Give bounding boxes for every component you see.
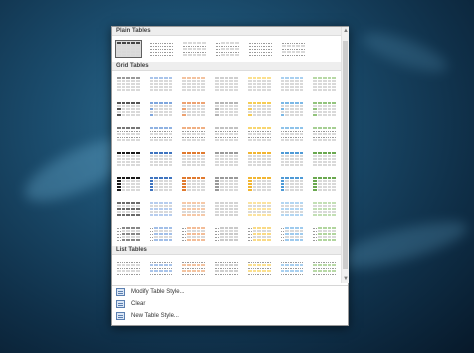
table-style-grid-4-3[interactable] — [180, 150, 207, 168]
table-style-grid-1-1[interactable] — [115, 75, 142, 93]
table-style-grid-3-4[interactable] — [213, 125, 240, 143]
grid-tables-row-4 — [112, 146, 341, 171]
clear-command[interactable]: Clear — [112, 298, 348, 310]
table-styles-list[interactable]: Plain Tables Grid Tables List Tables — [112, 27, 341, 283]
table-style-grid-2-7[interactable] — [311, 100, 338, 118]
scrollbar-thumb[interactable] — [343, 41, 348, 269]
table-style-plain-2[interactable] — [148, 40, 175, 58]
modify-table-style-command[interactable]: Modify Table Style... — [112, 286, 348, 298]
table-style-list-1-3[interactable] — [180, 259, 207, 277]
table-style-grid-3-6[interactable] — [279, 125, 306, 143]
table-style-grid-6-3[interactable] — [180, 200, 207, 218]
table-style-list-1-2[interactable] — [148, 259, 175, 277]
vertical-scrollbar[interactable]: ▲ ▼ — [341, 27, 349, 283]
table-style-grid-2-6[interactable] — [279, 100, 306, 118]
table-style-grid-4-5[interactable] — [246, 150, 273, 168]
table-style-plain-5[interactable] — [247, 40, 274, 58]
table-style-grid-1-4[interactable] — [213, 75, 240, 93]
new-table-style-label: New Table Style... — [131, 313, 179, 319]
table-style-grid-4-7[interactable] — [311, 150, 338, 168]
table-style-grid-4-6[interactable] — [279, 150, 306, 168]
table-style-plain-3[interactable] — [181, 40, 208, 58]
table-style-grid-1-2[interactable] — [148, 75, 175, 93]
clear-label: Clear — [131, 301, 146, 307]
gallery-commands: Modify Table Style... Clear New Table St… — [112, 285, 348, 322]
grid-tables-row-7 — [112, 221, 341, 246]
table-style-grid-3-5[interactable] — [246, 125, 273, 143]
table-style-grid-6-5[interactable] — [246, 200, 273, 218]
grid-tables-row-2 — [112, 96, 341, 121]
grid-tables-row-6 — [112, 196, 341, 221]
table-style-grid-7-4[interactable] — [213, 225, 240, 243]
table-style-list-1-5[interactable] — [246, 259, 273, 277]
list-tables-row-1 — [112, 255, 341, 280]
clear-table-icon — [116, 300, 125, 308]
section-header-list-tables: List Tables — [112, 246, 341, 255]
table-style-grid-1-6[interactable] — [279, 75, 306, 93]
new-table-style-icon — [116, 312, 125, 320]
table-style-grid-6-7[interactable] — [311, 200, 338, 218]
table-style-grid-5-4[interactable] — [213, 175, 240, 193]
table-style-grid-7-3[interactable] — [180, 225, 207, 243]
table-style-grid-6-1[interactable] — [115, 200, 142, 218]
table-style-grid-7-6[interactable] — [279, 225, 306, 243]
table-style-plain-6[interactable] — [280, 40, 307, 58]
table-style-grid-6-4[interactable] — [213, 200, 240, 218]
section-header-plain-tables: Plain Tables — [112, 27, 341, 36]
table-style-grid-7-1[interactable] — [115, 225, 142, 243]
table-styles-gallery: Plain Tables Grid Tables List Tables ▲ ▼… — [111, 26, 349, 326]
table-style-grid-2-5[interactable] — [246, 100, 273, 118]
table-style-grid-3-1[interactable] — [115, 125, 142, 143]
table-style-grid-7-7[interactable] — [311, 225, 338, 243]
scroll-down-arrow-icon[interactable]: ▼ — [342, 275, 350, 283]
table-style-grid-4-1[interactable] — [115, 150, 142, 168]
table-style-grid-5-7[interactable] — [311, 175, 338, 193]
table-style-grid-1-7[interactable] — [311, 75, 338, 93]
table-style-plain-1[interactable] — [115, 40, 142, 58]
table-style-plain-4[interactable] — [214, 40, 241, 58]
table-style-grid-3-7[interactable] — [311, 125, 338, 143]
table-style-grid-1-5[interactable] — [246, 75, 273, 93]
table-style-grid-5-2[interactable] — [148, 175, 175, 193]
table-style-grid-5-6[interactable] — [279, 175, 306, 193]
table-style-grid-7-2[interactable] — [148, 225, 175, 243]
table-style-grid-1-3[interactable] — [180, 75, 207, 93]
table-style-grid-5-1[interactable] — [115, 175, 142, 193]
modify-table-style-label: Modify Table Style... — [131, 289, 185, 295]
table-style-grid-2-3[interactable] — [180, 100, 207, 118]
new-table-style-command[interactable]: New Table Style... — [112, 310, 348, 322]
table-style-grid-3-3[interactable] — [180, 125, 207, 143]
table-style-list-1-6[interactable] — [279, 259, 306, 277]
plain-tables-row — [112, 36, 341, 62]
table-style-grid-5-5[interactable] — [246, 175, 273, 193]
table-style-grid-6-2[interactable] — [148, 200, 175, 218]
table-style-list-1-4[interactable] — [213, 259, 240, 277]
modify-table-style-icon — [116, 288, 125, 296]
table-style-list-1-1[interactable] — [115, 259, 142, 277]
scroll-up-arrow-icon[interactable]: ▲ — [342, 27, 350, 35]
table-style-grid-6-6[interactable] — [279, 200, 306, 218]
grid-tables-row-5 — [112, 171, 341, 196]
section-header-grid-tables: Grid Tables — [112, 62, 341, 71]
table-style-grid-2-4[interactable] — [213, 100, 240, 118]
table-style-grid-5-3[interactable] — [180, 175, 207, 193]
table-style-grid-4-4[interactable] — [213, 150, 240, 168]
table-style-grid-4-2[interactable] — [148, 150, 175, 168]
table-style-grid-7-5[interactable] — [246, 225, 273, 243]
table-style-grid-2-1[interactable] — [115, 100, 142, 118]
grid-tables-row-3 — [112, 121, 341, 146]
table-style-grid-2-2[interactable] — [148, 100, 175, 118]
table-style-grid-3-2[interactable] — [148, 125, 175, 143]
grid-tables-row-1 — [112, 71, 341, 96]
table-style-list-1-7[interactable] — [311, 259, 338, 277]
